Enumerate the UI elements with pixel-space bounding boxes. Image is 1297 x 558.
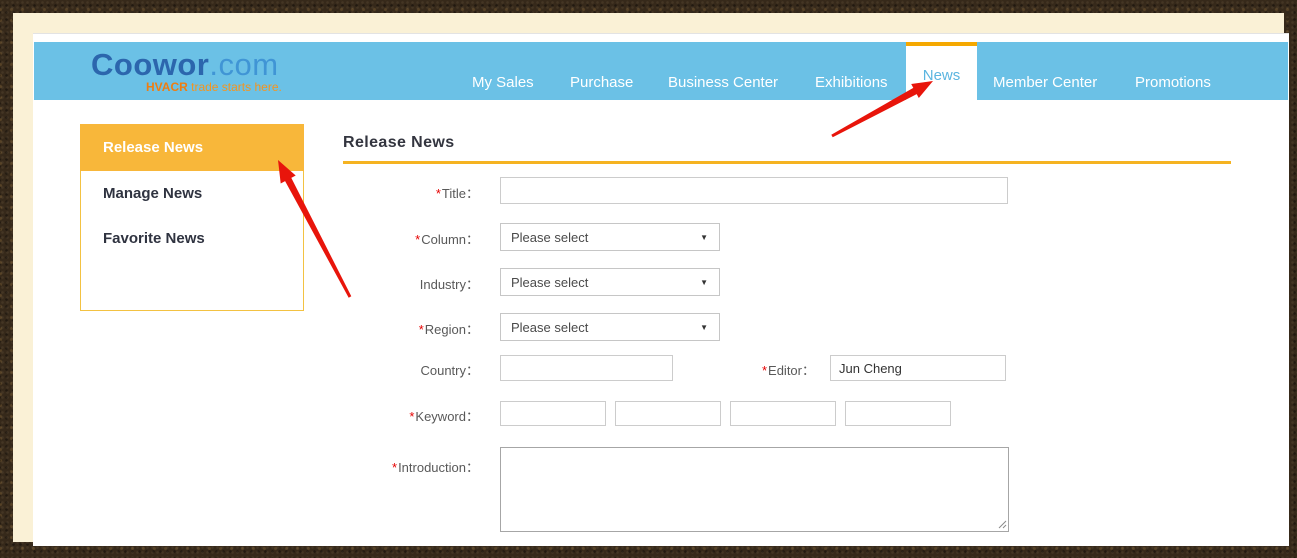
- chevron-down-icon: ▼: [700, 278, 708, 287]
- industry-select-value: Please select: [511, 275, 588, 290]
- required-asterisk: *: [415, 232, 420, 247]
- title-underline: [343, 161, 1231, 164]
- nav-item-news-active-tab[interactable]: News: [906, 42, 977, 100]
- nav-item-my-sales[interactable]: My Sales: [472, 75, 534, 91]
- title-label: *Title：: [309, 183, 479, 202]
- top-navigation-bar: Coowor.com HVACR trade starts here. My S…: [34, 42, 1288, 100]
- chevron-down-icon: ▼: [700, 323, 708, 332]
- nav-item-business-center[interactable]: Business Center: [668, 75, 778, 91]
- editor-input[interactable]: [830, 355, 1006, 381]
- title-input[interactable]: [500, 177, 1008, 204]
- required-asterisk: *: [409, 409, 414, 424]
- column-select-value: Please select: [511, 230, 588, 245]
- region-select-value: Please select: [511, 320, 588, 335]
- logo-coowor: Coowor: [91, 47, 209, 82]
- industry-select[interactable]: Please select ▼: [500, 268, 720, 296]
- nav-news-label: News: [923, 67, 961, 84]
- page-title: Release News: [343, 134, 455, 152]
- required-asterisk: *: [762, 363, 767, 378]
- keyword-input-3[interactable]: [730, 401, 836, 426]
- region-select[interactable]: Please select ▼: [500, 313, 720, 341]
- keyword-label: *Keyword：: [309, 406, 479, 425]
- page-frame: Coowor.com HVACR trade starts here. My S…: [13, 13, 1284, 542]
- sidebar-menu: Release News Manage News Favorite News: [80, 124, 304, 311]
- logo-dotcom: .com: [209, 47, 278, 82]
- required-asterisk: *: [436, 186, 441, 201]
- introduction-label: *Introduction：: [309, 457, 479, 476]
- sidebar-item-favorite-news[interactable]: Favorite News: [81, 216, 303, 261]
- tagline-rest: trade starts here.: [188, 80, 282, 94]
- required-asterisk: *: [419, 322, 424, 337]
- tagline-hvacr: HVACR: [146, 80, 188, 94]
- column-select[interactable]: Please select ▼: [500, 223, 720, 251]
- region-label: *Region：: [309, 319, 479, 338]
- nav-item-exhibitions[interactable]: Exhibitions: [815, 75, 888, 91]
- introduction-textarea-wrap: [500, 447, 1009, 532]
- sidebar-item-release-news[interactable]: Release News: [80, 124, 304, 171]
- keyword-input-1[interactable]: [500, 401, 606, 426]
- country-input[interactable]: [500, 355, 673, 381]
- required-asterisk: *: [392, 460, 397, 475]
- logo-tagline: HVACR trade starts here.: [146, 81, 282, 93]
- chevron-down-icon: ▼: [700, 233, 708, 242]
- column-label: *Column：: [309, 229, 479, 248]
- keyword-input-4[interactable]: [845, 401, 951, 426]
- introduction-textarea[interactable]: [500, 447, 1009, 532]
- industry-label: Industry：: [309, 274, 479, 293]
- page: Coowor.com HVACR trade starts here. My S…: [33, 33, 1289, 546]
- resize-handle-icon[interactable]: [997, 519, 1007, 529]
- country-label: Country：: [309, 360, 479, 379]
- sidebar-item-manage-news[interactable]: Manage News: [81, 171, 303, 216]
- nav-item-member-center[interactable]: Member Center: [993, 75, 1097, 91]
- nav-item-promotions[interactable]: Promotions: [1135, 75, 1211, 91]
- editor-label: *Editor：: [655, 360, 815, 379]
- logo-text: Coowor.com: [91, 48, 282, 81]
- keyword-input-2[interactable]: [615, 401, 721, 426]
- nav-item-purchase[interactable]: Purchase: [570, 75, 633, 91]
- logo[interactable]: Coowor.com HVACR trade starts here.: [91, 48, 282, 93]
